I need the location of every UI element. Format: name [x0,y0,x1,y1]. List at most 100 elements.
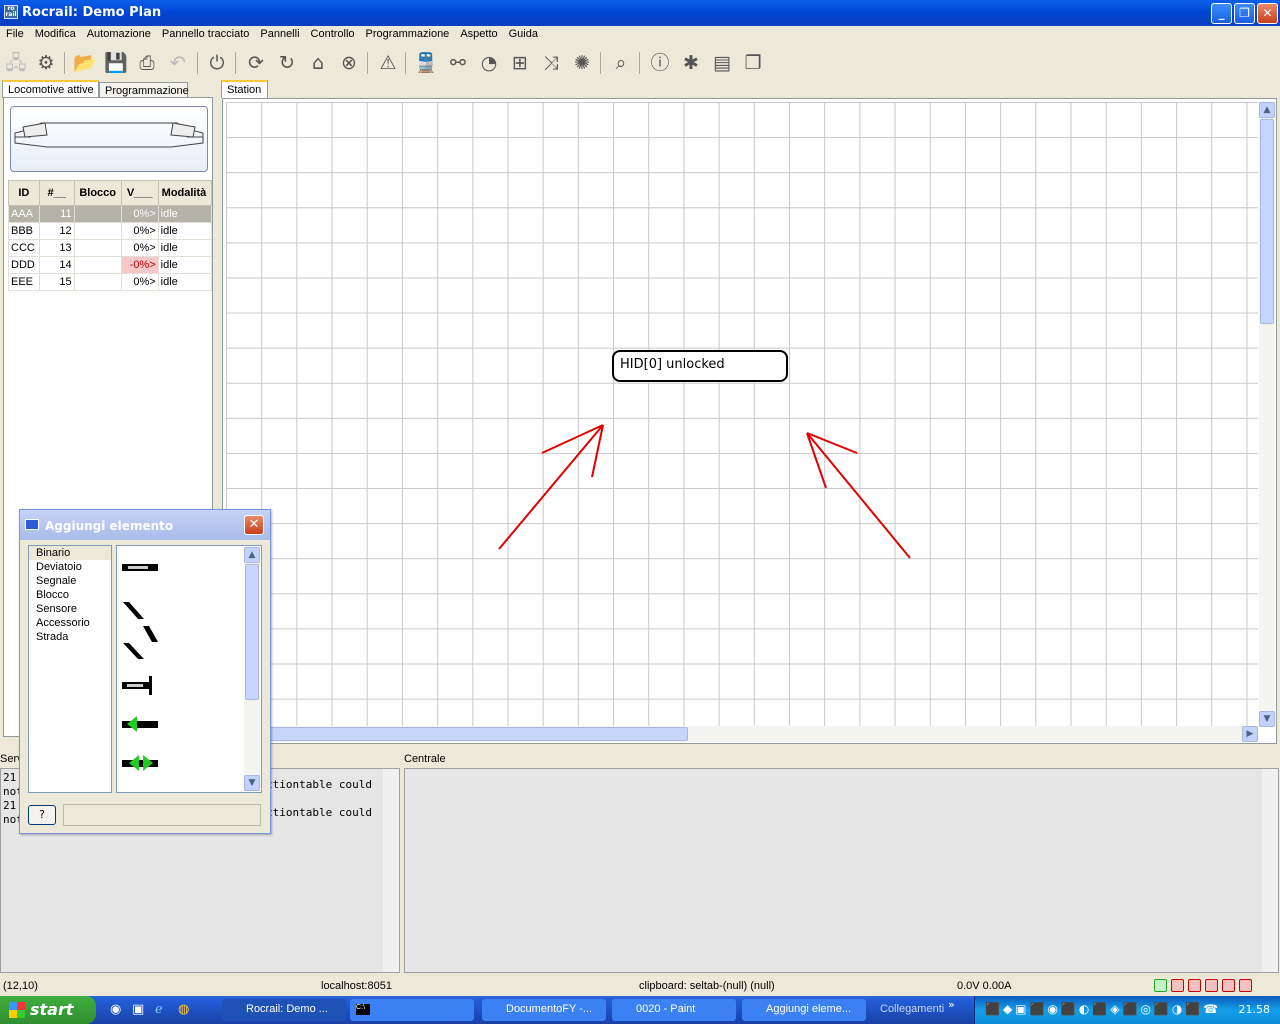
copy-icon[interactable]: ❐ [740,50,766,76]
menu-controllo[interactable]: Controllo [305,26,360,40]
toolbar-separator [367,52,368,74]
close-button[interactable]: ✕ [1257,3,1278,24]
settings-icon[interactable]: ⚙ [33,50,59,76]
minimize-button[interactable]: _ [1211,3,1232,24]
window-icon [25,519,39,530]
vertical-scrollbar[interactable]: ▲ ▼ [1259,102,1275,727]
maximize-button[interactable]: ❐ [1234,3,1255,24]
table-row[interactable]: DDD 14 -0%> idle [8,256,213,274]
table-row[interactable]: EEE 15 0%> idle [8,273,213,291]
menu-modifica[interactable]: Modifica [29,26,81,40]
task-rocrail[interactable]: Rocrail: Demo ... [222,999,346,1021]
cell-mode: idle [157,239,213,257]
help-button[interactable]: ? [28,805,56,825]
search-icon[interactable]: ⌕ [608,50,634,76]
tab-locomotive-attive[interactable]: Locomotive attive [2,80,99,98]
list-item-sensore[interactable]: Sensore [29,602,111,616]
menu-aspetto[interactable]: Aspetto [454,26,502,40]
toolbar-separator [405,52,406,74]
cell-mode: idle [157,256,213,274]
menu-pannello-tracciato[interactable]: Pannello tracciato [156,26,254,40]
system-tray: ⬛◆▣⬛◉⬛◐⬛◈⬛◎⬛◑⬛☎ 21.58 [974,996,1280,1024]
switch-icon[interactable]: ⚯ [445,50,471,76]
open-icon[interactable]: 📂 [72,50,98,76]
quicklaunch-icon[interactable]: ▣ [132,1002,144,1017]
palette-scrollbar[interactable]: ▲ ▼ [244,547,260,791]
list-item-binario[interactable]: Binario [29,546,111,560]
light-icon[interactable]: ✺ [569,50,595,76]
print-icon[interactable]: ⎙ [134,50,160,76]
central-panel [404,768,1279,973]
table-row[interactable]: BBB 12 0%> idle [8,222,213,240]
dialog-close-button[interactable]: ✕ [244,515,264,535]
list-item-accessorio[interactable]: Accessorio [29,616,111,630]
menu-pannelli[interactable]: Pannelli [254,26,304,40]
column-header-number[interactable]: #__ [38,180,75,206]
dialog-title-bar[interactable]: Aggiungi elemento ✕ [20,510,270,540]
links-toolbar[interactable]: Collegamenti [880,1003,944,1015]
menu-automazione[interactable]: Automazione [81,26,156,40]
toolbar-separator [197,52,198,74]
undo-icon[interactable]: ↶ [165,50,191,76]
list-item-strada[interactable]: Strada [29,630,111,644]
document-icon[interactable]: ▤ [709,50,735,76]
menu-file[interactable]: File [0,26,29,40]
sync-icon[interactable]: ⟳ [243,50,269,76]
scroll-thumb[interactable] [256,727,688,741]
start-button[interactable]: start [0,996,96,1024]
stop-icon[interactable]: ⊗ [336,50,362,76]
log-line: ctiontable could [266,778,372,791]
scroll-up-button[interactable]: ▲ [1259,102,1275,118]
column-header-speed[interactable]: V___ [120,180,159,206]
column-header-block[interactable]: Blocco [73,180,122,206]
menu-guida[interactable]: Guida [503,26,543,40]
warning-icon[interactable]: ⚠ [375,50,401,76]
locomotive-icon[interactable]: 🚆 [413,50,439,76]
chrome-icon[interactable]: ◍ [178,1002,189,1017]
list-item-deviatoio[interactable]: Deviatoio [29,560,111,574]
track-element-palette: ▲ ▼ [116,545,262,793]
scroll-down-button[interactable]: ▼ [1259,711,1275,727]
task-paint[interactable]: 0020 - Paint [612,999,736,1021]
debug-icon[interactable]: ✱ [678,50,704,76]
speedometer-icon[interactable]: ◔ [476,50,502,76]
cell-number: 11 [38,205,75,223]
status-clipboard: clipboard: seltab-(null) (null) [639,980,775,992]
menu-programmazione[interactable]: Programmazione [360,26,455,40]
horizontal-scrollbar[interactable]: ▶ [226,726,1258,742]
grid-icon[interactable]: ⊞ [507,50,533,76]
shuffle-icon[interactable]: ⤨ [538,50,564,76]
info-icon[interactable]: ⓘ [647,50,673,76]
column-header-id[interactable]: ID [8,180,40,206]
column-header-mode[interactable]: Modalità [157,180,213,206]
list-item-segnale[interactable]: Segnale [29,574,111,588]
ie-icon[interactable]: ℯ [155,1002,163,1017]
tab-station[interactable]: Station [221,80,268,98]
table-row[interactable]: AAA 11 0%> idle [8,205,213,223]
cell-speed: 0%> [120,239,159,257]
vertical-scrollbar[interactable] [383,769,399,972]
task-documento[interactable]: DocumentoFY -... [482,999,606,1021]
refresh-icon[interactable]: ↻ [274,50,300,76]
status-power: 0.0V 0.00A [957,980,1012,992]
table-row[interactable]: CCC 13 0%> idle [8,239,213,257]
home-icon[interactable]: ⌂ [305,50,331,76]
vertical-scrollbar[interactable] [1262,769,1278,972]
task-aggiungi-elemento[interactable]: Aggiungi eleme... [742,999,866,1021]
toolbar: 🖧 ⚙ 📂 💾 ⎙ ↶ ⏻ ⟳ ↻ ⌂ ⊗ ⚠ 🚆 ⚯ ◔ ⊞ ⤨ ✺ ⌕ ⓘ … [0,46,1280,80]
tray-icons[interactable]: ⬛◆▣⬛◉⬛◐⬛◈⬛◎⬛◑⬛☎ [985,1002,1221,1016]
scroll-right-button[interactable]: ▶ [1242,726,1258,742]
task-console[interactable]: C:\ [350,999,474,1021]
scroll-up-button[interactable]: ▲ [244,547,260,563]
toolbar-separator [600,52,601,74]
network-icon[interactable]: 🖧 [3,50,29,76]
list-item-blocco[interactable]: Blocco [29,588,111,602]
save-icon[interactable]: 💾 [103,50,129,76]
toolbar-separator [64,52,65,74]
scroll-thumb[interactable] [245,564,259,700]
scroll-thumb[interactable] [1260,119,1274,324]
quicklaunch-icon[interactable]: ◉ [110,1002,121,1017]
power-icon[interactable]: ⏻ [204,50,230,76]
scroll-down-button[interactable]: ▼ [244,775,260,791]
chevron-icon[interactable]: » [948,998,955,1011]
